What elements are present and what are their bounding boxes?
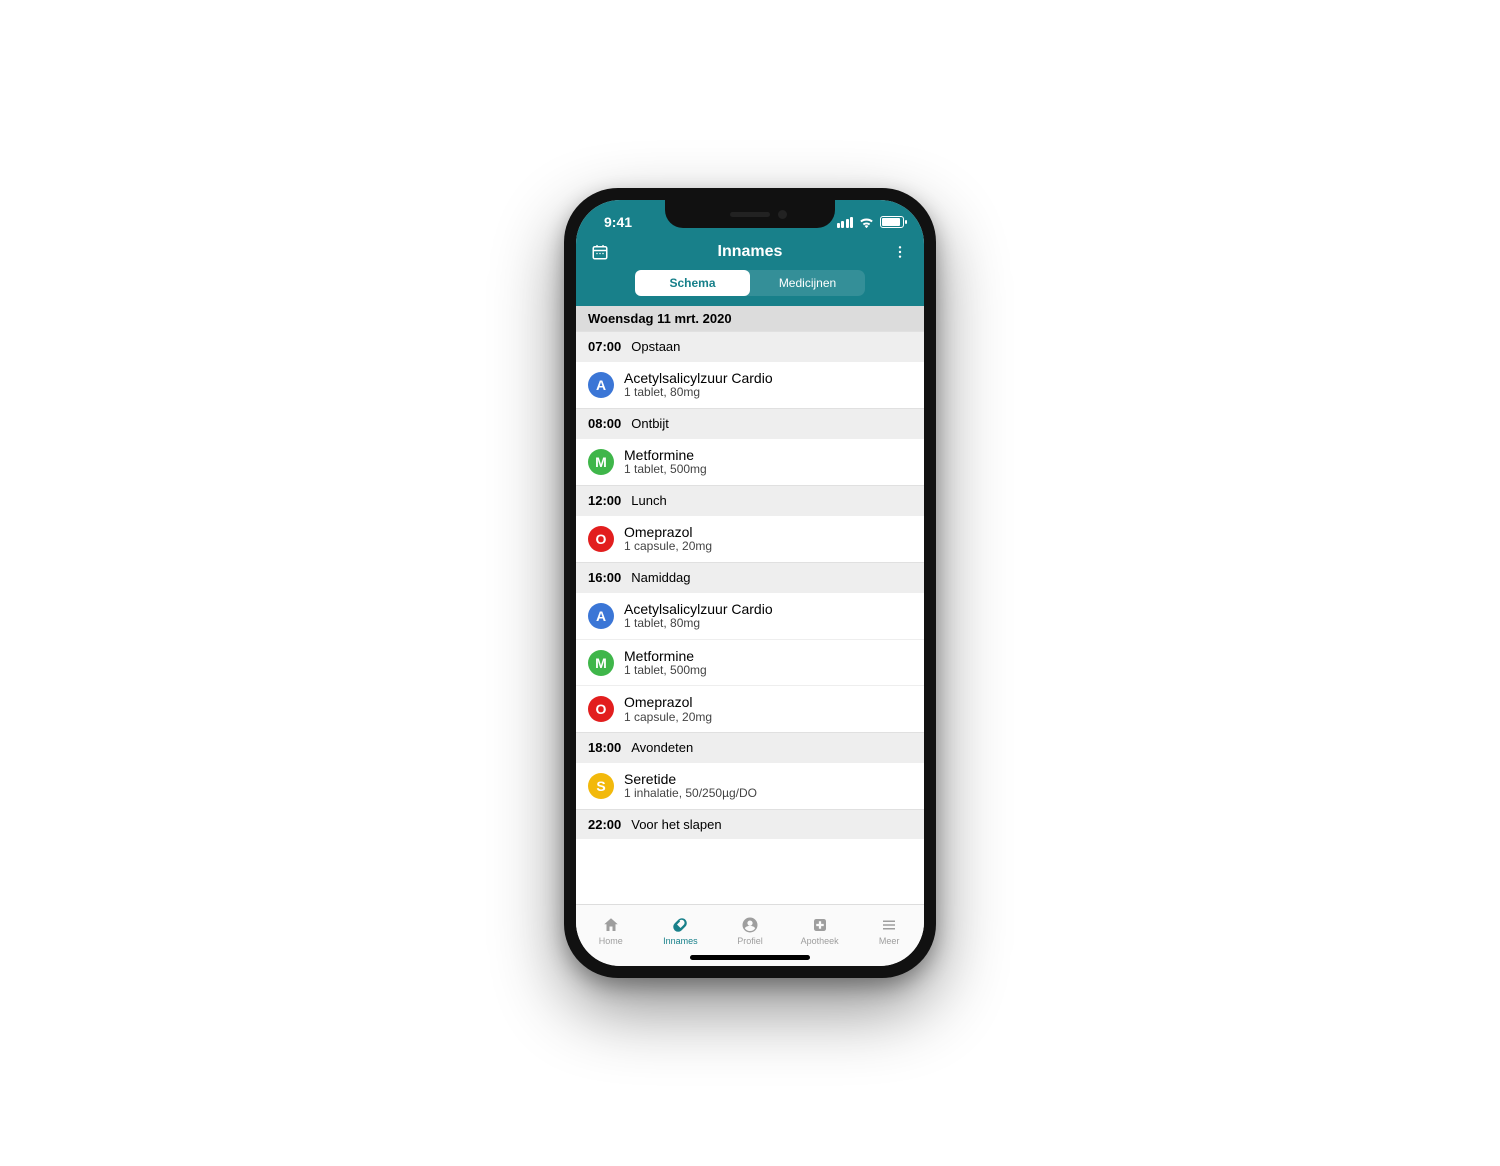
medication-row[interactable]: M Metformine1 tablet, 500mg [576,438,924,485]
medication-name: Omeprazol [624,524,712,540]
notch [665,200,835,228]
tab-label: Innames [663,936,698,946]
tab-label: Home [599,936,623,946]
medication-avatar: M [588,449,614,475]
medication-name: Metformine [624,447,707,463]
segmented-control: Schema Medicijnen [576,270,924,306]
slot-time: 07:00 [588,339,621,354]
time-header: 16:00 Namiddag [576,562,924,592]
medication-text: Metformine1 tablet, 500mg [624,447,707,477]
slot-time: 18:00 [588,740,621,755]
schedule-content[interactable]: Woensdag 11 mrt. 2020 07:00 Opstaan A Acety… [576,306,924,904]
battery-icon [880,216,904,228]
medication-dose: 1 tablet, 500mg [624,463,707,477]
nav-bar: Innames [576,236,924,270]
slot-time: 12:00 [588,493,621,508]
time-header: 22:00 Voor het slapen [576,809,924,839]
medication-row[interactable]: A Acetylsalicylzuur Cardio1 tablet, 80mg [576,592,924,639]
time-header: 07:00 Opstaan [576,331,924,361]
medication-dose: 1 tablet, 500mg [624,664,707,678]
slot-label: Ontbijt [631,416,669,431]
medication-dose: 1 tablet, 80mg [624,617,773,631]
status-time: 9:41 [604,214,632,230]
medication-text: Omeprazol1 capsule, 20mg [624,524,712,554]
slot-label: Avondeten [631,740,693,755]
slot-label: Lunch [631,493,666,508]
medication-name: Metformine [624,648,707,664]
home-indicator[interactable] [690,955,810,960]
slot-time: 08:00 [588,416,621,431]
more-icon[interactable] [890,242,910,262]
tab-profiel[interactable]: Profiel [715,905,785,956]
medication-name: Omeprazol [624,694,712,710]
slot-label: Namiddag [631,570,690,585]
medication-text: Acetylsalicylzuur Cardio1 tablet, 80mg [624,370,773,400]
page-title: Innames [718,243,783,261]
medication-dose: 1 tablet, 80mg [624,386,773,400]
tab-apotheek[interactable]: Apotheek [785,905,855,956]
medication-name: Seretide [624,771,757,787]
phone-screen: 9:41 Innames [576,200,924,966]
tab-label: Meer [879,936,900,946]
medication-text: Acetylsalicylzuur Cardio1 tablet, 80mg [624,601,773,631]
tab-schema[interactable]: Schema [635,270,750,296]
wifi-icon [859,217,874,228]
tab-label: Profiel [737,936,763,946]
medication-avatar: A [588,603,614,629]
medication-avatar: S [588,773,614,799]
time-header: 08:00 Ontbijt [576,408,924,438]
slot-label: Opstaan [631,339,680,354]
medication-dose: 1 inhalatie, 50/250µg/DO [624,787,757,801]
time-header: 18:00 Avondeten [576,732,924,762]
status-icons [837,216,905,228]
slot-time: 22:00 [588,817,621,832]
tab-label: Apotheek [801,936,839,946]
medication-name: Acetylsalicylzuur Cardio [624,601,773,617]
slot-label: Voor het slapen [631,817,721,832]
medication-text: Seretide1 inhalatie, 50/250µg/DO [624,771,757,801]
medication-row[interactable]: A Acetylsalicylzuur Cardio1 tablet, 80mg [576,361,924,408]
medication-text: Metformine1 tablet, 500mg [624,648,707,678]
medication-avatar: O [588,526,614,552]
medication-text: Omeprazol1 capsule, 20mg [624,694,712,724]
tab-innames[interactable]: Innames [646,905,716,956]
medication-avatar: O [588,696,614,722]
slot-time: 16:00 [588,570,621,585]
medication-dose: 1 capsule, 20mg [624,540,712,554]
time-header: 12:00 Lunch [576,485,924,515]
medication-row[interactable]: O Omeprazol1 capsule, 20mg [576,515,924,562]
calendar-icon[interactable] [590,242,610,262]
medication-avatar: M [588,650,614,676]
medication-name: Acetylsalicylzuur Cardio [624,370,773,386]
phone-frame: 9:41 Innames [564,188,936,978]
medication-row[interactable]: O Omeprazol1 capsule, 20mg [576,685,924,732]
signal-icon [837,217,854,228]
tab-home[interactable]: Home [576,905,646,956]
date-header: Woensdag 11 mrt. 2020 [576,306,924,331]
tab-medicijnen[interactable]: Medicijnen [750,270,865,296]
medication-row[interactable]: M Metformine1 tablet, 500mg [576,639,924,686]
medication-dose: 1 capsule, 20mg [624,711,712,725]
medication-row[interactable]: S Seretide1 inhalatie, 50/250µg/DO [576,762,924,809]
medication-avatar: A [588,372,614,398]
tab-meer[interactable]: Meer [854,905,924,956]
